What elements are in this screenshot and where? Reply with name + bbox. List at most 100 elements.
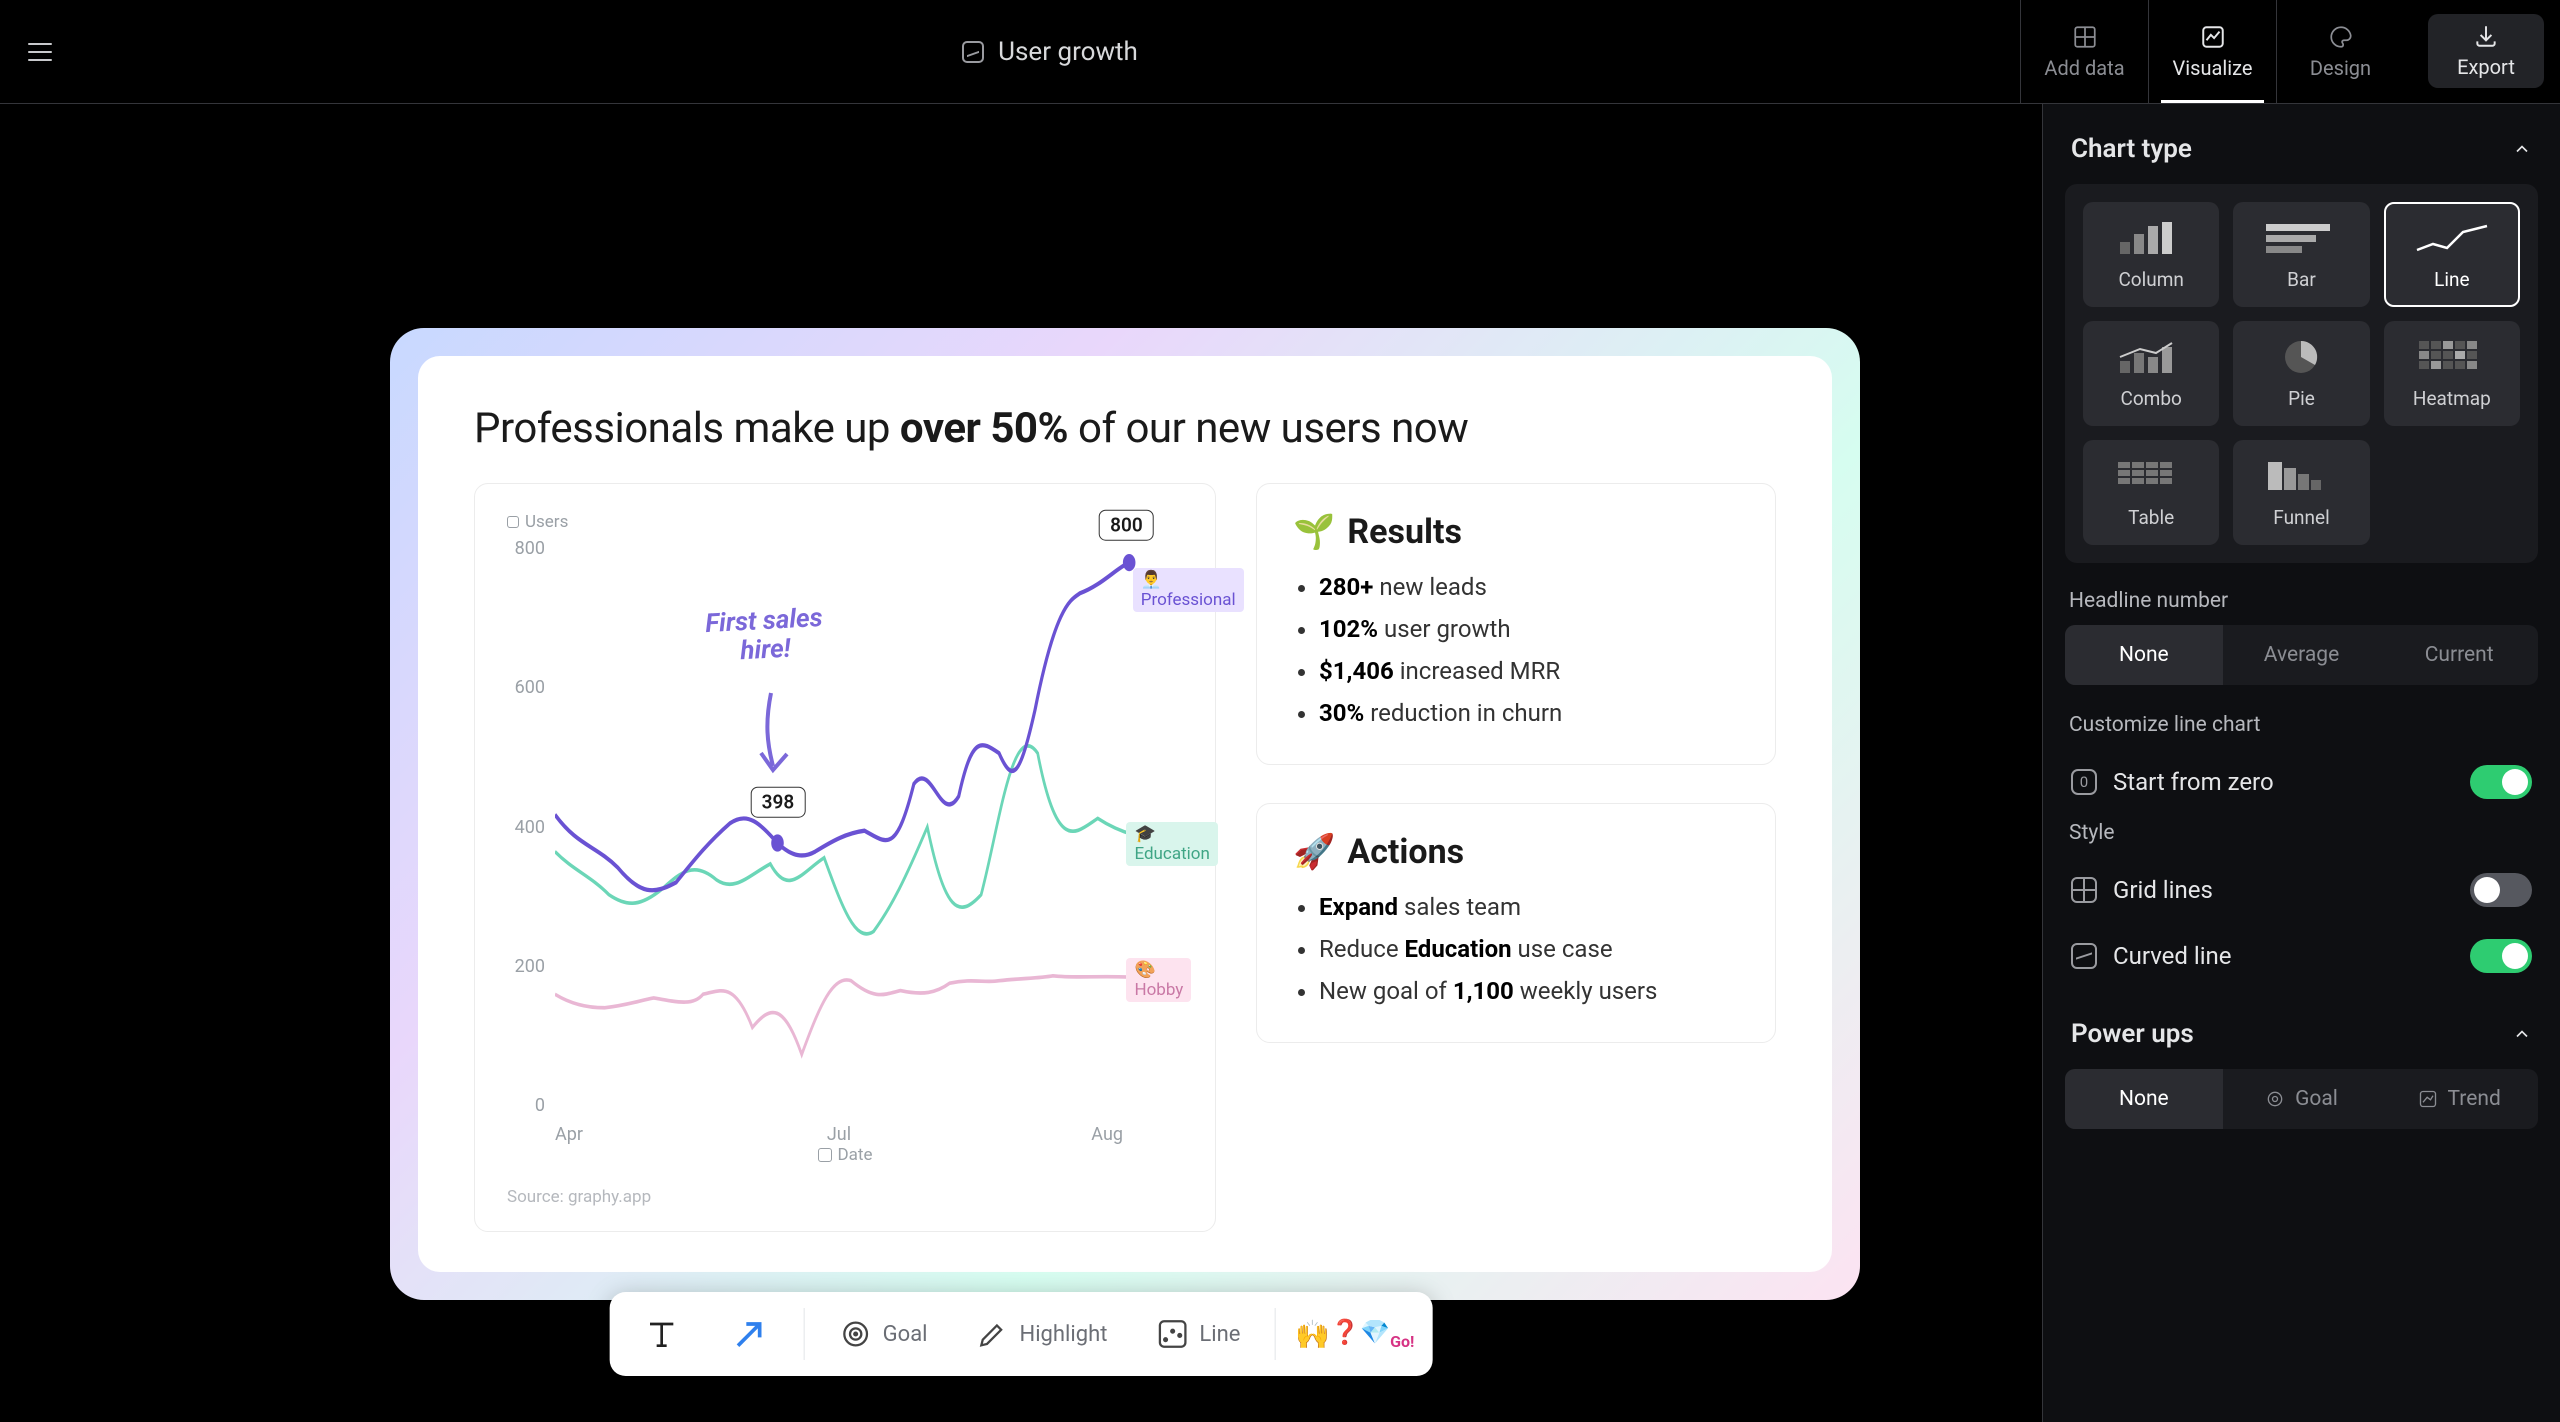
switch-curved-line[interactable] xyxy=(2470,939,2532,973)
visualize-icon xyxy=(2200,24,2226,50)
line-chart-icon xyxy=(1155,1317,1189,1351)
chart-type-pie[interactable]: Pie xyxy=(2233,321,2369,426)
headline-none[interactable]: None xyxy=(2065,625,2223,685)
headline-average[interactable]: Average xyxy=(2223,625,2381,685)
annotation-arrow[interactable] xyxy=(743,688,803,778)
arrow-tool[interactable] xyxy=(716,1304,784,1364)
seg-label: Goal xyxy=(2295,1087,2338,1111)
mode-label: Export xyxy=(2457,55,2515,79)
chart-type-bar[interactable]: Bar xyxy=(2233,202,2369,307)
trend-icon xyxy=(2418,1089,2438,1109)
actions-emoji-icon: 🚀 xyxy=(1293,832,1335,872)
curve-icon xyxy=(2071,943,2097,969)
chart-type-label: Heatmap xyxy=(2413,387,2491,410)
chart-type-label: Column xyxy=(2118,268,2183,291)
legend-education: 🎓 Education xyxy=(1126,822,1217,866)
results-list: 280+ new leads 102% user growth $1,406 i… xyxy=(1293,566,1739,734)
mode-label: Add data xyxy=(2044,56,2124,80)
chart-type-funnel[interactable]: Funnel xyxy=(2233,440,2369,545)
divider xyxy=(1274,1308,1275,1360)
results-box[interactable]: 🌱 Results 280+ new leads 102% user growth… xyxy=(1256,483,1776,765)
mode-visualize[interactable]: Visualize xyxy=(2148,0,2276,103)
headline-current[interactable]: Current xyxy=(2380,625,2538,685)
toggle-grid-lines: Grid lines xyxy=(2065,857,2538,923)
chart-type-combo[interactable]: Combo xyxy=(2083,321,2219,426)
title-prefix: Professionals make up xyxy=(474,404,900,453)
mode-design[interactable]: Design xyxy=(2276,0,2404,103)
stickers-tool[interactable]: 🙌 ❓ 💎 Go! xyxy=(1295,1318,1414,1351)
results-heading: Results xyxy=(1347,512,1462,552)
chart-type-column[interactable]: Column xyxy=(2083,202,2219,307)
switch-grid-lines[interactable] xyxy=(2470,873,2532,907)
section-powerups[interactable]: Power ups xyxy=(2065,1007,2538,1069)
grid-icon xyxy=(2071,877,2097,903)
chart-type-label: Table xyxy=(2128,506,2174,529)
plot-area: 398 800 👨‍💼 Professional 🎓 Education 🎨 H… xyxy=(555,538,1183,1116)
style-label: Style xyxy=(2069,821,2534,845)
x-ticks: Apr Jul Aug xyxy=(507,1124,1183,1145)
chart-type-heatmap[interactable]: Heatmap xyxy=(2384,321,2520,426)
chevron-up-icon xyxy=(2512,139,2532,159)
chart-type-label: Bar xyxy=(2287,268,2316,291)
mode-label: Design xyxy=(2310,56,2371,80)
series-hobby xyxy=(555,976,1183,1055)
highlight-tool[interactable]: Highlight xyxy=(962,1307,1122,1361)
sidebar: Chart type Column Bar Line Combo Pi xyxy=(2042,104,2560,1422)
chart-container[interactable]: Users 8006004002000 xyxy=(474,483,1216,1232)
toggle-start-from-zero: 0 Start from zero xyxy=(2065,749,2538,815)
powerups-segment: None Goal Trend xyxy=(2065,1069,2538,1129)
actions-box[interactable]: 🚀 Actions Expand sales team Reduce Educat… xyxy=(1256,803,1776,1043)
goal-tool[interactable]: Goal xyxy=(825,1307,942,1361)
zero-icon: 0 xyxy=(2071,769,2097,795)
chart-type-grid: Column Bar Line Combo Pie xyxy=(2065,184,2538,563)
chart-type-table[interactable]: Table xyxy=(2083,440,2219,545)
headline-number-label: Headline number xyxy=(2069,589,2534,613)
chart-icon xyxy=(962,41,984,63)
powerup-goal[interactable]: Goal xyxy=(2223,1069,2381,1129)
data-label-800: 800 xyxy=(1099,509,1154,540)
tool-label: Highlight xyxy=(1020,1322,1108,1347)
export-button[interactable]: Export xyxy=(2428,14,2544,88)
tool-label: Goal xyxy=(883,1322,928,1347)
series-professional xyxy=(555,563,1129,891)
canvas[interactable]: Professionals make up over 50% of our ne… xyxy=(0,104,2042,1422)
topbar: User growth Add data Visualize Design Ex… xyxy=(0,0,2560,104)
grid-icon xyxy=(2072,24,2098,50)
actions-list: Expand sales team Reduce Education use c… xyxy=(1293,886,1739,1012)
y-axis-label: Users xyxy=(507,512,1183,532)
card-title: Professionals make up over 50% of our ne… xyxy=(474,404,1776,453)
highlighter-icon xyxy=(976,1317,1010,1351)
data-label-398: 398 xyxy=(751,787,806,818)
menu-icon[interactable] xyxy=(28,43,52,61)
section-label: Chart type xyxy=(2071,134,2192,164)
chevron-up-icon xyxy=(2512,1024,2532,1044)
chart-type-label: Combo xyxy=(2120,387,2181,410)
chart-type-line[interactable]: Line xyxy=(2384,202,2520,307)
target-icon xyxy=(839,1317,873,1351)
legend-hobby: 🎨 Hobby xyxy=(1126,958,1191,1002)
series-education xyxy=(555,746,1183,934)
section-chart-type[interactable]: Chart type xyxy=(2065,122,2538,184)
x-axis-label: Date xyxy=(507,1145,1183,1165)
title-suffix: of our new users now xyxy=(1068,404,1468,453)
chart-type-label: Line xyxy=(2434,268,2469,291)
chart-type-label: Funnel xyxy=(2273,506,2329,529)
text-tool[interactable] xyxy=(628,1304,696,1364)
switch-start-from-zero[interactable] xyxy=(2470,765,2532,799)
divider xyxy=(804,1308,805,1360)
powerup-trend[interactable]: Trend xyxy=(2380,1069,2538,1129)
mode-add-data[interactable]: Add data xyxy=(2020,0,2148,103)
chart-card[interactable]: Professionals make up over 50% of our ne… xyxy=(418,356,1832,1272)
annotation-toolbar: Goal Highlight Line 🙌 ❓ 💎 Go! xyxy=(610,1292,1433,1376)
actions-heading: Actions xyxy=(1347,832,1464,872)
annotation-first-sales[interactable]: First saleshire! xyxy=(704,604,824,667)
toggle-label: Grid lines xyxy=(2113,876,2213,904)
toggle-label: Start from zero xyxy=(2113,768,2274,796)
tool-label: Line xyxy=(1199,1322,1240,1347)
section-label: Power ups xyxy=(2071,1019,2194,1049)
page-title-text: User growth xyxy=(998,37,1138,67)
line-tool[interactable]: Line xyxy=(1141,1307,1254,1361)
results-emoji-icon: 🌱 xyxy=(1293,512,1335,552)
chart-source: Source: graphy.app xyxy=(507,1187,1183,1207)
powerup-none[interactable]: None xyxy=(2065,1069,2223,1129)
